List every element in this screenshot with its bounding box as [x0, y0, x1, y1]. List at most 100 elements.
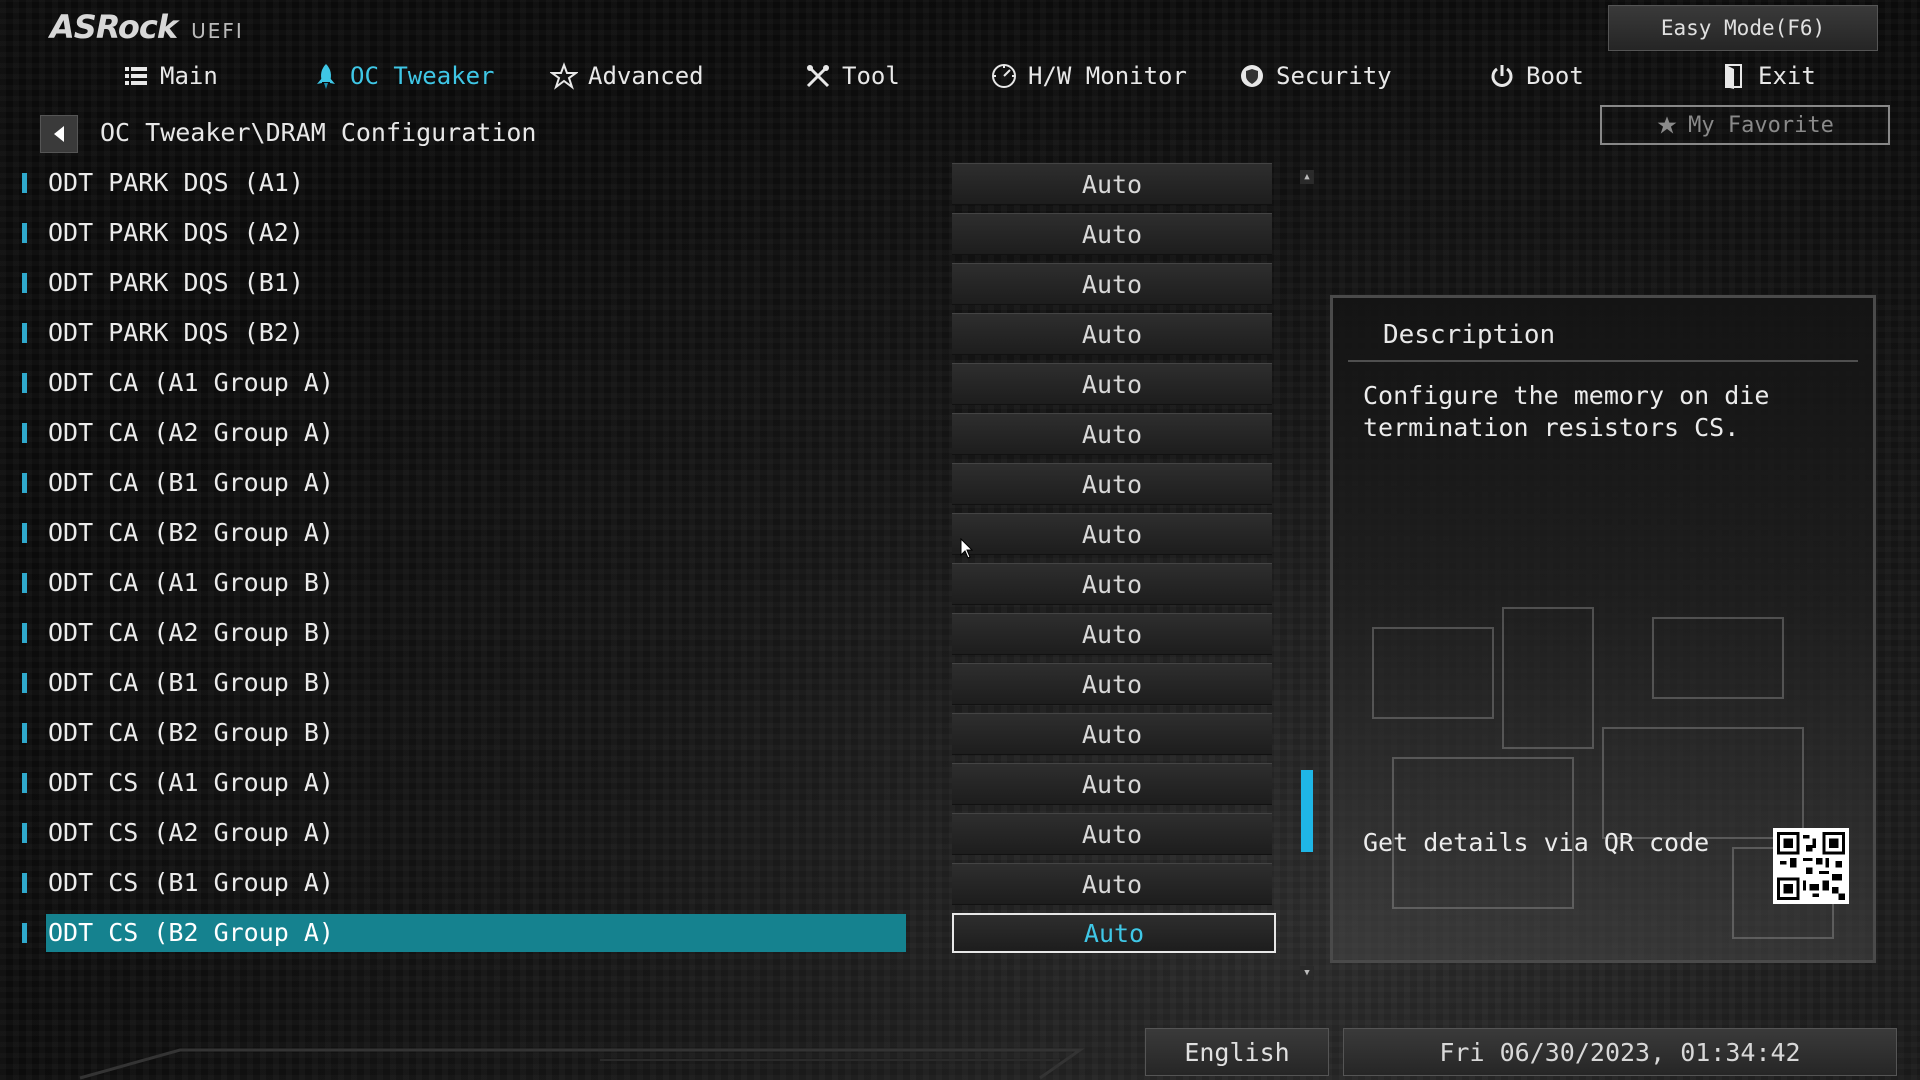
setting-value[interactable]: Auto: [952, 713, 1272, 755]
setting-value[interactable]: Auto: [952, 813, 1272, 855]
row-marker: [22, 223, 27, 243]
setting-value[interactable]: Auto: [952, 363, 1272, 405]
tab-boot[interactable]: Boot: [1488, 54, 1584, 98]
list-scrollbar[interactable]: ▲ ▼: [1300, 170, 1314, 980]
my-favorite-label: My Favorite: [1688, 112, 1834, 138]
row-marker: [22, 323, 27, 343]
tab-exit[interactable]: Exit: [1720, 54, 1816, 98]
row-marker: [22, 923, 27, 943]
setting-label: ODT CA (B1 Group A): [48, 468, 334, 497]
qr-caption: Get details via QR code: [1363, 828, 1710, 857]
setting-row[interactable]: ODT CS (A1 Group A) Auto: [0, 758, 1300, 808]
tab-hw-monitor[interactable]: H/W Monitor: [990, 54, 1187, 98]
scroll-thumb[interactable]: [1301, 770, 1313, 852]
row-marker: [22, 523, 27, 543]
setting-label: ODT PARK DQS (B2): [48, 318, 304, 347]
setting-row[interactable]: ODT CA (B2 Group B) Auto: [0, 708, 1300, 758]
setting-value[interactable]: Auto: [952, 413, 1272, 455]
setting-label: ODT CS (B1 Group A): [48, 868, 334, 897]
scroll-down-icon[interactable]: ▼: [1300, 966, 1314, 980]
shield-icon: [1241, 65, 1263, 87]
setting-value[interactable]: Auto: [952, 663, 1272, 705]
setting-row[interactable]: ODT CA (A1 Group A) Auto: [0, 358, 1300, 408]
mouse-cursor-icon: [960, 538, 974, 559]
language-button[interactable]: English: [1145, 1028, 1329, 1076]
setting-label: ODT CA (B2 Group A): [48, 518, 334, 547]
tab-exit-label: Exit: [1758, 62, 1816, 90]
setting-row[interactable]: ODT CA (B2 Group A) Auto: [0, 508, 1300, 558]
tab-tool-label: Tool: [842, 62, 900, 90]
setting-label: ODT CA (A1 Group A): [48, 368, 334, 397]
list-icon: [125, 67, 147, 85]
gauge-icon: [992, 64, 1016, 88]
row-marker: [22, 473, 27, 493]
description-text: Configure the memory on die termination …: [1363, 381, 1770, 442]
tab-security-label: Security: [1276, 62, 1392, 90]
setting-row-selected[interactable]: ODT CS (B2 Group A) Auto: [0, 908, 1300, 958]
setting-row[interactable]: ODT CS (B1 Group A) Auto: [0, 858, 1300, 908]
setting-value[interactable]: Auto: [952, 613, 1272, 655]
brand-name: ASRock: [50, 8, 178, 46]
easy-mode-button[interactable]: Easy Mode(F6): [1608, 5, 1878, 51]
tab-security[interactable]: Security: [1238, 54, 1392, 98]
setting-value[interactable]: Auto: [952, 313, 1272, 355]
setting-label: ODT CA (A1 Group B): [48, 568, 334, 597]
tab-main[interactable]: Main: [122, 54, 218, 98]
setting-row[interactable]: ODT PARK DQS (A1) Auto: [0, 158, 1300, 208]
favorite-star-icon: [1657, 116, 1677, 134]
setting-row[interactable]: ODT CA (B1 Group A) Auto: [0, 458, 1300, 508]
my-favorite-button[interactable]: My Favorite: [1600, 105, 1890, 145]
tab-main-label: Main: [160, 62, 218, 90]
setting-value[interactable]: Auto: [952, 463, 1272, 505]
setting-row[interactable]: ODT CA (A1 Group B) Auto: [0, 558, 1300, 608]
row-marker: [22, 773, 27, 793]
tab-advanced[interactable]: Advanced: [550, 54, 704, 98]
tab-tool[interactable]: Tool: [804, 54, 900, 98]
exit-icon: [1725, 64, 1742, 89]
tab-oc-tweaker[interactable]: OC Tweaker: [312, 54, 495, 98]
setting-row[interactable]: ODT PARK DQS (A2) Auto: [0, 208, 1300, 258]
setting-label: ODT PARK DQS (A1): [48, 168, 304, 197]
row-marker: [22, 723, 27, 743]
back-arrow-icon: [54, 126, 64, 142]
setting-label: ODT CS (A2 Group A): [48, 818, 334, 847]
setting-label: ODT PARK DQS (A2): [48, 218, 304, 247]
setting-value[interactable]: Auto: [952, 913, 1276, 953]
qr-code: [1773, 828, 1849, 904]
row-marker: [22, 173, 27, 193]
row-marker: [22, 623, 27, 643]
tab-hw-monitor-label: H/W Monitor: [1028, 62, 1187, 90]
product-name: UEFI: [191, 19, 244, 43]
setting-value[interactable]: Auto: [952, 163, 1272, 205]
star-icon: [550, 62, 578, 90]
setting-row[interactable]: ODT PARK DQS (B2) Auto: [0, 308, 1300, 358]
setting-value[interactable]: Auto: [952, 563, 1272, 605]
setting-value[interactable]: Auto: [952, 863, 1272, 905]
setting-label: ODT CS (A1 Group A): [48, 768, 334, 797]
setting-row[interactable]: ODT PARK DQS (B1) Auto: [0, 258, 1300, 308]
setting-value[interactable]: Auto: [952, 213, 1272, 255]
setting-row[interactable]: ODT CA (B1 Group B) Auto: [0, 658, 1300, 708]
description-divider: [1348, 360, 1858, 362]
setting-row[interactable]: ODT CA (A2 Group A) Auto: [0, 408, 1300, 458]
footer-decoration: [79, 1048, 1085, 1080]
main-nav: Main OC Tweaker Advanced Tool H/W Monito…: [0, 54, 1920, 98]
setting-value[interactable]: Auto: [952, 513, 1272, 555]
setting-value[interactable]: Auto: [952, 263, 1272, 305]
setting-row[interactable]: ODT CS (A2 Group A) Auto: [0, 808, 1300, 858]
asrock-logo: ASRock UEFI: [50, 8, 244, 46]
scroll-up-icon[interactable]: ▲: [1300, 170, 1314, 184]
setting-label: ODT CA (A2 Group B): [48, 618, 334, 647]
setting-value[interactable]: Auto: [952, 763, 1272, 805]
back-button[interactable]: [40, 115, 78, 153]
row-marker: [22, 273, 27, 293]
qr-code-icon: [1777, 832, 1845, 900]
datetime-display: Fri 06/30/2023, 01:34:42: [1343, 1028, 1897, 1076]
setting-row[interactable]: ODT CA (A2 Group B) Auto: [0, 608, 1300, 658]
setting-label: ODT CA (A2 Group A): [48, 418, 334, 447]
setting-label: ODT CS (B2 Group A): [46, 914, 906, 952]
row-marker: [22, 573, 27, 593]
row-marker: [22, 423, 27, 443]
description-panel: Description Configure the memory on die …: [1330, 295, 1876, 963]
row-marker: [22, 873, 27, 893]
